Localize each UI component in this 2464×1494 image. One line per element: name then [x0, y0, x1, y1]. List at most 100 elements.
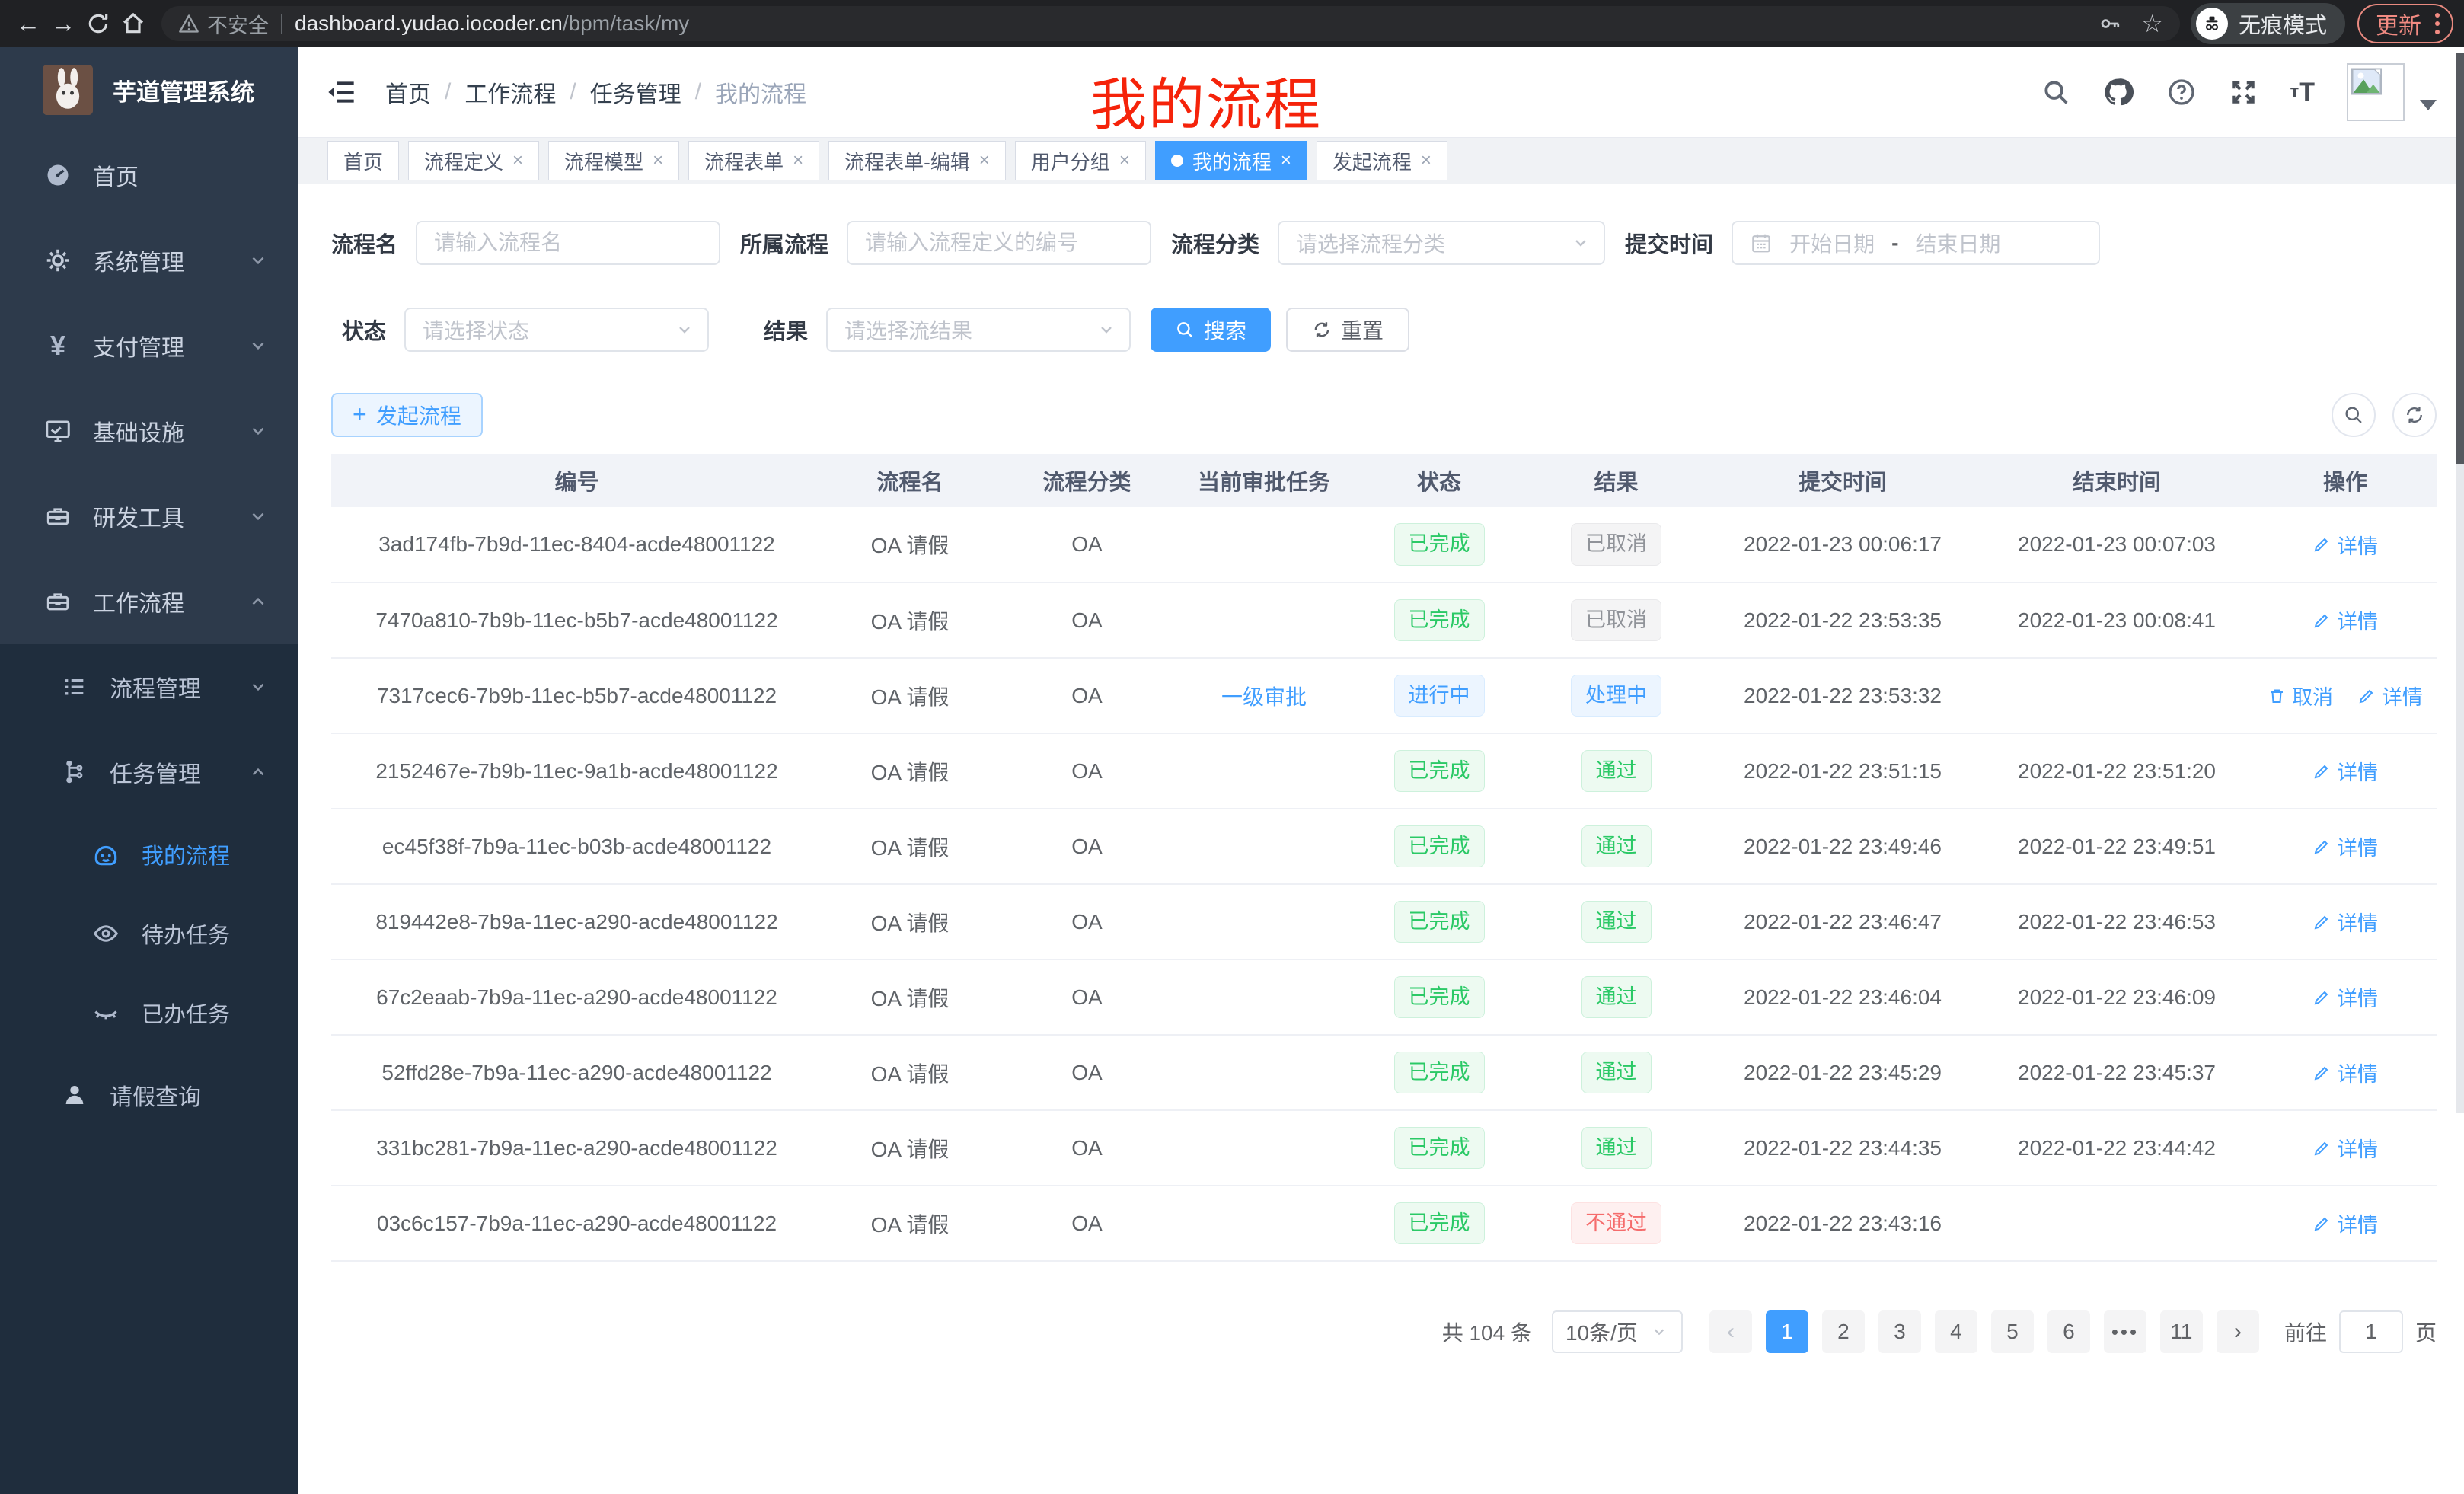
start-process-button[interactable]: + 发起流程: [331, 393, 483, 437]
detail-link[interactable]: 详情: [2312, 756, 2378, 786]
tab-process-form[interactable]: 流程表单×: [688, 141, 819, 180]
close-icon[interactable]: ×: [979, 150, 990, 171]
page-button-5[interactable]: 5: [1991, 1310, 2034, 1353]
github-icon[interactable]: [2102, 76, 2134, 108]
sidebar-item-leave-query[interactable]: 请假查询: [0, 1052, 298, 1138]
cell-task: [1176, 1035, 1352, 1110]
browser-menu-icon[interactable]: [2435, 13, 2440, 34]
result-select[interactable]: 请选择流结果: [826, 308, 1131, 352]
close-icon[interactable]: ×: [1281, 150, 1291, 171]
page-button-3[interactable]: 3: [1878, 1310, 1921, 1353]
category-select[interactable]: 请选择流程分类: [1278, 221, 1605, 265]
tab-my-process[interactable]: 我的流程×: [1155, 141, 1307, 180]
tab-process-model[interactable]: 流程模型×: [548, 141, 679, 180]
sidebar-item-system[interactable]: 系统管理: [0, 218, 298, 303]
parent-process-input[interactable]: [847, 221, 1151, 265]
goto-page-input[interactable]: [2339, 1310, 2403, 1353]
update-label[interactable]: 更新: [2376, 7, 2421, 40]
font-size-icon[interactable]: тT: [2290, 78, 2315, 107]
breadcrumb-item[interactable]: 任务管理: [590, 75, 681, 109]
detail-link[interactable]: 详情: [2312, 832, 2378, 861]
help-icon[interactable]: [2166, 77, 2197, 107]
search-button[interactable]: 搜索: [1151, 308, 1271, 352]
cell-id: 331bc281-7b9a-11ec-a290-acde48001122: [331, 1110, 822, 1186]
reload-icon[interactable]: [81, 11, 116, 36]
browser-update-button[interactable]: 更新: [2357, 4, 2453, 43]
status-badge: 已完成: [1394, 523, 1485, 566]
incognito-badge[interactable]: 无痕模式: [2191, 3, 2345, 44]
security-label[interactable]: 不安全: [207, 9, 269, 39]
table-search-button[interactable]: [2332, 393, 2376, 437]
sidebar-item-devtools[interactable]: 研发工具: [0, 474, 298, 559]
close-icon[interactable]: ×: [1421, 150, 1431, 171]
task-link[interactable]: 一级审批: [1221, 685, 1307, 709]
bookmark-star-icon[interactable]: ☆: [2141, 9, 2163, 38]
address-bar[interactable]: 不安全 dashboard.yudao.iocoder.cn /bpm/task…: [161, 6, 2180, 41]
next-page-button[interactable]: ›: [2217, 1310, 2259, 1353]
sidebar-collapse-icon[interactable]: [326, 77, 356, 107]
cancel-link[interactable]: 取消: [2268, 681, 2333, 710]
window-scrollbar[interactable]: [2456, 47, 2464, 1494]
close-icon[interactable]: ×: [793, 150, 803, 171]
sidebar-item-infra[interactable]: 基础设施: [0, 388, 298, 474]
tab-user-group[interactable]: 用户分组×: [1015, 141, 1146, 180]
forward-icon[interactable]: →: [46, 9, 81, 38]
url-path[interactable]: /bpm/task/my: [563, 11, 689, 36]
avatar-dropdown-icon[interactable]: [2420, 100, 2437, 110]
status-select[interactable]: 请选择状态: [404, 308, 709, 352]
close-icon[interactable]: ×: [512, 150, 523, 171]
submit-time-range-picker[interactable]: 开始日期 - 结束日期: [1732, 221, 2100, 265]
avatar[interactable]: [2347, 63, 2405, 121]
end-date-placeholder[interactable]: 结束日期: [1915, 228, 2000, 258]
page-button-2[interactable]: 2: [1822, 1310, 1865, 1353]
url-host[interactable]: dashboard.yudao.iocoder.cn: [295, 11, 563, 36]
detail-link[interactable]: 详情: [2312, 605, 2378, 635]
tab-start-process[interactable]: 发起流程×: [1317, 141, 1447, 180]
sidebar-item-my-process[interactable]: 我的流程: [0, 815, 298, 894]
process-name-input[interactable]: [416, 221, 720, 265]
table-refresh-button[interactable]: [2392, 393, 2437, 437]
annotation-text: 我的流程: [1090, 59, 1322, 141]
page-button-4[interactable]: 4: [1935, 1310, 1977, 1353]
detail-link[interactable]: 详情: [2312, 1133, 2378, 1163]
fullscreen-icon[interactable]: [2229, 78, 2258, 107]
close-icon[interactable]: ×: [1119, 150, 1130, 171]
detail-link[interactable]: 详情: [2312, 530, 2378, 560]
reset-button[interactable]: 重置: [1286, 308, 1409, 352]
sidebar-item-workflow[interactable]: 工作流程: [0, 559, 298, 644]
scrollbar-thumb[interactable]: [2456, 53, 2464, 464]
detail-link[interactable]: 详情: [2312, 982, 2378, 1012]
cell-category: OA: [997, 658, 1176, 733]
sidebar-item-done-tasks[interactable]: 已办任务: [0, 973, 298, 1052]
sidebar-item-todo-tasks[interactable]: 待办任务: [0, 894, 298, 973]
search-icon[interactable]: [2041, 78, 2070, 107]
breadcrumb-item[interactable]: 工作流程: [464, 75, 556, 109]
sidebar-item-task-mgmt[interactable]: 任务管理: [0, 729, 298, 815]
tab-process-form-edit[interactable]: 流程表单-编辑×: [828, 141, 1006, 180]
breadcrumb-item[interactable]: 首页: [385, 75, 431, 109]
page-button-1[interactable]: 1: [1766, 1310, 1808, 1353]
close-icon[interactable]: ×: [653, 150, 663, 171]
sidebar-item-process-mgmt[interactable]: 流程管理: [0, 644, 298, 729]
more-pages-button[interactable]: •••: [2104, 1310, 2146, 1353]
page-button-11[interactable]: 11: [2160, 1310, 2203, 1353]
cell-name: OA 请假: [822, 884, 997, 959]
sidebar-item-home[interactable]: 首页: [0, 132, 298, 218]
key-icon[interactable]: [2099, 12, 2121, 35]
sidebar-item-label: 流程管理: [110, 670, 201, 704]
detail-link[interactable]: 详情: [2312, 1208, 2378, 1238]
start-date-placeholder[interactable]: 开始日期: [1789, 228, 1875, 258]
tab-home[interactable]: 首页: [327, 141, 399, 180]
cell-id: 3ad174fb-7b9d-11ec-8404-acde48001122: [331, 507, 822, 583]
tab-process-definition[interactable]: 流程定义×: [408, 141, 539, 180]
page-size-select[interactable]: 10条/页: [1552, 1310, 1683, 1353]
page-button-6[interactable]: 6: [2047, 1310, 2090, 1353]
back-icon[interactable]: ←: [11, 9, 46, 38]
home-icon[interactable]: [116, 11, 151, 36]
detail-link[interactable]: 详情: [2312, 907, 2378, 937]
sidebar-item-payment[interactable]: ¥ 支付管理: [0, 303, 298, 388]
robot-icon: [90, 840, 122, 869]
detail-link[interactable]: 详情: [2357, 681, 2423, 710]
prev-page-button[interactable]: ‹: [1709, 1310, 1752, 1353]
detail-link[interactable]: 详情: [2312, 1058, 2378, 1087]
